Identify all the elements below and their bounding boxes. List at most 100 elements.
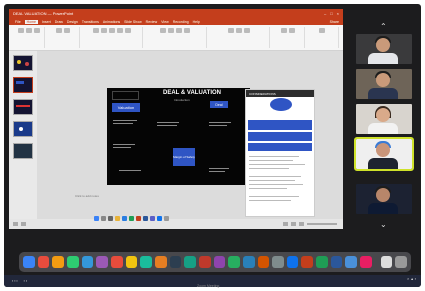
participant-tile[interactable] (356, 34, 412, 64)
close-icon[interactable]: × (337, 11, 339, 16)
windows-start-icon[interactable] (94, 216, 99, 221)
edge-icon[interactable] (122, 216, 127, 221)
app-icon[interactable] (345, 256, 358, 268)
numbering-icon[interactable] (168, 28, 175, 33)
task-view-icon[interactable] (108, 216, 113, 221)
app-icon[interactable] (228, 256, 240, 268)
launchpad-icon[interactable] (37, 256, 50, 268)
reading-view-icon[interactable] (299, 222, 304, 226)
bold-icon[interactable] (92, 28, 99, 33)
participant-tile-active-speaker[interactable] (354, 137, 414, 171)
participant-tile[interactable] (356, 104, 412, 134)
tab-recording[interactable]: Recording (173, 20, 189, 24)
zoom-icon[interactable] (157, 216, 162, 221)
copy-icon[interactable] (33, 28, 40, 33)
excel-app-icon[interactable] (316, 256, 328, 268)
zoom-app-icon[interactable] (286, 256, 299, 268)
current-slide[interactable]: DEAL & VALUATION Introduction Valuation … (107, 88, 250, 185)
normal-view-icon[interactable] (283, 222, 288, 226)
comments-icon[interactable] (21, 222, 26, 226)
word-app-icon[interactable] (330, 256, 343, 268)
tab-animations[interactable]: Animations (103, 20, 120, 24)
photos-icon[interactable] (52, 256, 64, 268)
font-size-icon[interactable] (124, 28, 131, 33)
excel-icon[interactable] (129, 216, 134, 221)
powerpoint-app-icon[interactable] (301, 256, 314, 268)
host-taskbar-item[interactable]: ▪ ▪ (24, 279, 27, 283)
maximize-icon[interactable]: □ (330, 11, 332, 16)
tab-file[interactable]: File (15, 20, 21, 24)
slide-thumbnail[interactable] (13, 99, 33, 115)
tab-design[interactable]: Design (67, 20, 78, 24)
tab-insert[interactable]: Insert (42, 20, 51, 24)
host-taskbar-item[interactable]: ▪ ▪ ▪ (12, 279, 18, 283)
participant-tile[interactable] (356, 184, 412, 214)
settings-icon[interactable] (164, 216, 169, 221)
chevron-up-icon[interactable]: ⌃ (380, 22, 387, 31)
tab-home[interactable]: Home (24, 19, 38, 24)
tab-draw[interactable]: Draw (55, 20, 63, 24)
mail-icon[interactable] (81, 256, 94, 268)
meeting-label: Zoom Meeting (197, 284, 220, 288)
share-button[interactable]: Share (330, 20, 339, 24)
font-color-icon[interactable] (116, 28, 123, 33)
minimize-icon[interactable]: – (324, 11, 326, 16)
thumb-shape (25, 62, 29, 66)
app-stores-icon[interactable] (242, 256, 255, 268)
calendar-icon[interactable] (110, 256, 123, 268)
app-icon[interactable] (360, 256, 372, 268)
columns-icon[interactable] (184, 28, 191, 33)
file-explorer-icon[interactable] (115, 216, 120, 221)
zoom-slider[interactable] (307, 223, 337, 225)
new-slide-icon[interactable] (55, 28, 62, 33)
quick-styles-icon[interactable] (244, 28, 251, 33)
italic-icon[interactable] (100, 28, 107, 33)
align-icon[interactable] (176, 28, 183, 33)
shapes-icon[interactable] (228, 28, 235, 33)
tab-review[interactable]: Review (146, 20, 157, 24)
slide-thumbnail[interactable] (13, 143, 33, 159)
app-icon[interactable] (213, 256, 226, 268)
app-icon[interactable] (154, 256, 167, 268)
app-icon[interactable] (184, 256, 196, 268)
slide-thumbnail[interactable] (13, 77, 33, 93)
facetime-icon[interactable] (140, 256, 152, 268)
slide-thumbnail[interactable] (13, 121, 33, 137)
tab-transitions[interactable]: Transitions (82, 20, 99, 24)
layout-icon[interactable] (63, 28, 70, 33)
system-tray[interactable]: ◐ ▲ ▪ (407, 277, 416, 281)
participant-tile[interactable] (356, 69, 412, 99)
slide-sorter-icon[interactable] (291, 222, 296, 226)
chevron-down-icon[interactable]: ⌄ (380, 220, 387, 229)
paste-icon[interactable] (17, 28, 24, 33)
trash-icon[interactable] (395, 256, 408, 268)
tab-slide-show[interactable]: Slide Show (124, 20, 142, 24)
arrange-icon[interactable] (236, 28, 243, 33)
app-icon[interactable] (96, 256, 108, 268)
app-icon[interactable] (169, 256, 182, 268)
messages-icon[interactable] (66, 256, 79, 268)
search-icon[interactable] (101, 216, 106, 221)
designer-icon[interactable] (319, 28, 326, 33)
app-icon[interactable] (257, 256, 270, 268)
cut-icon[interactable] (25, 28, 32, 33)
replace-icon[interactable] (289, 28, 296, 33)
person-in-suit-icon (376, 188, 390, 202)
notes-icon[interactable] (125, 256, 138, 268)
slide-thumbnail[interactable] (13, 55, 33, 71)
bullets-icon[interactable] (160, 28, 167, 33)
teams-icon[interactable] (150, 216, 155, 221)
person-in-suit-icon (376, 38, 390, 52)
find-icon[interactable] (281, 28, 288, 33)
downloads-icon[interactable] (380, 256, 393, 268)
tab-view[interactable]: View (161, 20, 169, 24)
app-icon[interactable] (198, 256, 211, 268)
notes-toggle-icon[interactable] (13, 222, 18, 226)
word-icon[interactable] (143, 216, 148, 221)
tab-help[interactable]: Help (193, 20, 200, 24)
notes-pane[interactable]: Click to add notes (75, 194, 99, 198)
finder-icon[interactable] (23, 256, 35, 268)
underline-icon[interactable] (108, 28, 115, 33)
powerpoint-icon[interactable] (136, 216, 141, 221)
system-preferences-icon[interactable] (272, 256, 284, 268)
